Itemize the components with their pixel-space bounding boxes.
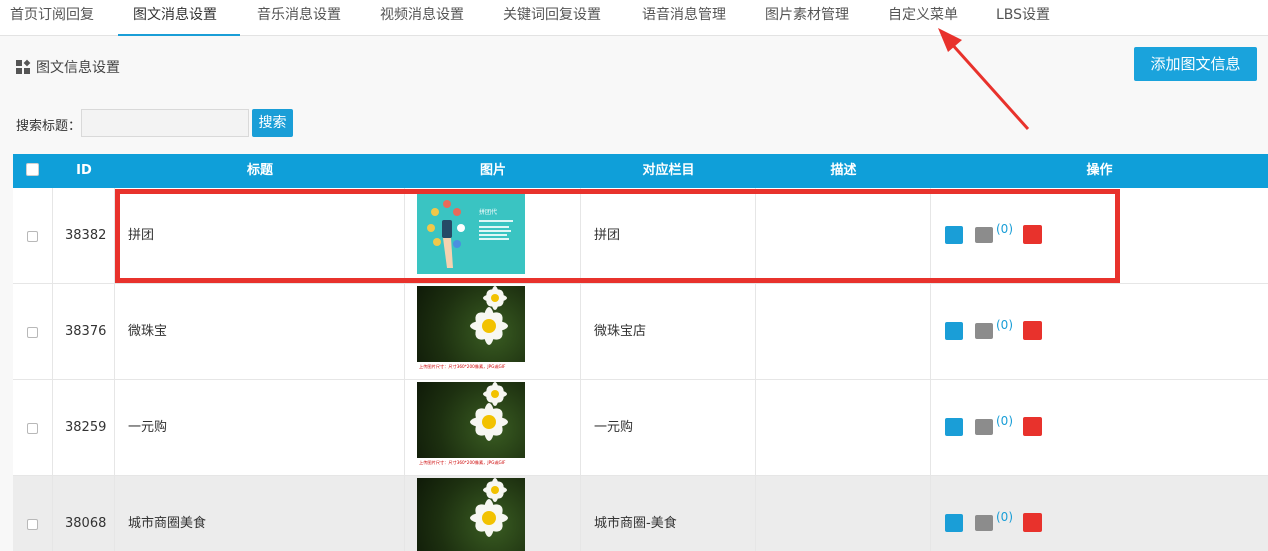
daisy-thumbnail-caption: 上传图片尺寸：尺寸360*200像素，JPG或GIF [419, 363, 506, 370]
tab-voice-message-management[interactable]: 语音消息管理 [642, 0, 726, 36]
header-title: 标题 [246, 163, 273, 178]
daisy-thumbnail-image: 上传图片尺寸：尺寸360*200像素，JPG或GIF [417, 382, 525, 466]
table-row: 38259 一元购 上传图片尺寸：尺寸360*200像素，JPG或GIF 一元购… [13, 380, 1268, 476]
row-title: 城市商圈美食 [128, 516, 207, 531]
table-row: 38068 城市商圈美食 城市商圈-美食 (0) [13, 476, 1268, 551]
header-id: ID [76, 163, 92, 178]
header-image: 图片 [479, 163, 506, 178]
tab-custom-menu[interactable]: 自定义菜单 [888, 0, 958, 36]
delete-icon[interactable] [1023, 417, 1042, 436]
daisy-thumbnail-caption: 上传图片尺寸：尺寸360*200像素，JPG或GIF [419, 459, 506, 466]
row-title: 一元购 [128, 420, 168, 435]
row-id: 38382 [65, 228, 107, 243]
edit-icon[interactable] [945, 322, 963, 340]
row-column: 城市商圈-美食 [594, 516, 677, 531]
add-news-button[interactable]: 添加图文信息 [1134, 47, 1257, 81]
table-row: 38382 拼团 拼团代 拼团 (0) [13, 188, 1268, 284]
select-all-checkbox[interactable] [26, 163, 39, 176]
header-column: 对应栏目 [642, 163, 695, 178]
row-checkbox[interactable] [27, 423, 38, 434]
image-count: (0) [996, 414, 1013, 428]
tab-home-subscribe-reply[interactable]: 首页订阅回复 [10, 0, 94, 36]
image-count: (0) [996, 222, 1013, 236]
row-title: 微珠宝 [128, 324, 168, 339]
section-title-label: 图文信息设置 [36, 60, 120, 76]
search-title-input[interactable] [81, 109, 249, 137]
grid-icon [16, 59, 31, 74]
pt-thumbnail-image: 拼团代 [417, 190, 525, 274]
image-count: (0) [996, 318, 1013, 332]
daisy-thumbnail-image: 上传图片尺寸：尺寸360*200像素，JPG或GIF [417, 286, 525, 370]
delete-icon[interactable] [1023, 513, 1042, 532]
tab-news-message-settings[interactable]: 图文消息设置 [118, 0, 240, 36]
row-id: 38068 [65, 516, 107, 531]
header-actions: 操作 [1086, 163, 1113, 178]
edit-icon[interactable] [945, 514, 963, 532]
section-title: 图文信息设置 [16, 58, 120, 78]
row-column: 微珠宝店 [594, 324, 647, 339]
row-column: 一元购 [594, 420, 634, 435]
news-table: ID 标题 图片 对应栏目 描述 操作 38382 拼团 拼团代 拼团 (0) … [13, 154, 1268, 551]
row-column: 拼团 [594, 228, 621, 243]
search-label: 搜索标题： [16, 119, 82, 134]
image-icon[interactable] [975, 323, 993, 339]
delete-icon[interactable] [1023, 225, 1042, 244]
tab-image-material-management[interactable]: 图片素材管理 [765, 0, 849, 36]
edit-icon[interactable] [945, 226, 963, 244]
daisy-thumbnail-image [417, 478, 525, 551]
table-header: ID 标题 图片 对应栏目 描述 操作 [13, 154, 1268, 188]
tab-music-message-settings[interactable]: 音乐消息设置 [257, 0, 341, 36]
pt-thumbnail-text: 拼团代 [479, 208, 497, 216]
table-row: 38376 微珠宝 上传图片尺寸：尺寸360*200像素，JPG或GIF 微珠宝… [13, 284, 1268, 380]
row-id: 38376 [65, 324, 107, 339]
tab-keyword-reply-settings[interactable]: 关键词回复设置 [503, 0, 601, 36]
row-checkbox[interactable] [27, 231, 38, 242]
image-icon[interactable] [975, 227, 993, 243]
row-id: 38259 [65, 420, 107, 435]
tab-bar: 首页订阅回复 图文消息设置 音乐消息设置 视频消息设置 关键词回复设置 语音消息… [0, 0, 1268, 36]
tab-lbs-settings[interactable]: LBS设置 [996, 0, 1050, 36]
header-description: 描述 [830, 163, 857, 178]
edit-icon[interactable] [945, 418, 963, 436]
image-count: (0) [996, 510, 1013, 524]
row-checkbox[interactable] [27, 519, 38, 530]
row-title: 拼团 [128, 228, 155, 243]
delete-icon[interactable] [1023, 321, 1042, 340]
tab-video-message-settings[interactable]: 视频消息设置 [380, 0, 464, 36]
image-icon[interactable] [975, 515, 993, 531]
row-checkbox[interactable] [27, 327, 38, 338]
search-button[interactable]: 搜索 [252, 109, 293, 137]
image-icon[interactable] [975, 419, 993, 435]
